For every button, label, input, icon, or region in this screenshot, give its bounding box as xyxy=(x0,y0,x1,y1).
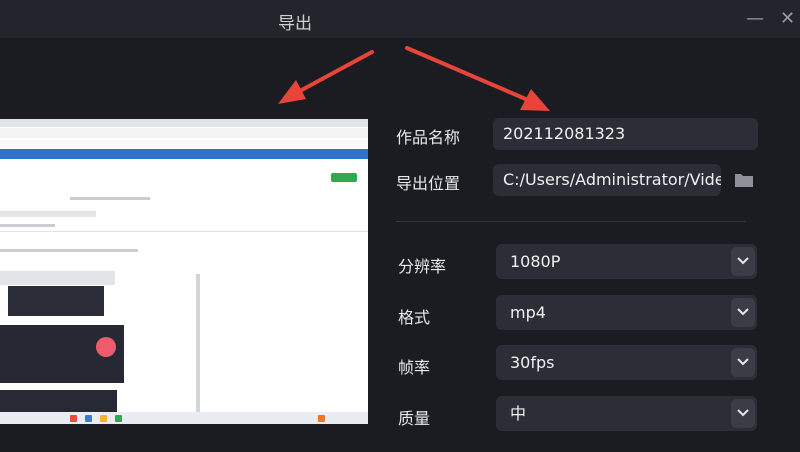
section-divider xyxy=(396,221,746,222)
format-label: 格式 xyxy=(398,308,431,327)
folder-icon[interactable] xyxy=(734,172,754,188)
location-label: 导出位置 xyxy=(396,174,461,193)
chevron-down-icon[interactable] xyxy=(731,399,755,428)
quality-value: 中 xyxy=(510,404,527,423)
location-input[interactable]: C:/Users/Administrator/Vide xyxy=(493,164,721,196)
format-select[interactable]: mp4 xyxy=(496,295,757,330)
annotation-arrows xyxy=(278,46,550,111)
arrow-left-icon xyxy=(278,50,374,104)
name-input[interactable]: 202112081323 xyxy=(493,118,758,150)
quality-label: 质量 xyxy=(398,409,431,428)
chevron-down-icon[interactable] xyxy=(731,348,755,377)
framerate-label: 帧率 xyxy=(398,358,431,377)
quality-select[interactable]: 中 xyxy=(496,396,757,431)
arrow-right-icon xyxy=(405,46,550,111)
resolution-select[interactable]: 1080P xyxy=(496,244,757,279)
resolution-value: 1080P xyxy=(510,252,561,271)
framerate-select[interactable]: 30fps xyxy=(496,345,757,380)
chevron-down-icon[interactable] xyxy=(731,247,755,276)
resolution-label: 分辨率 xyxy=(398,257,447,276)
framerate-value: 30fps xyxy=(510,353,555,372)
format-value: mp4 xyxy=(510,303,546,322)
name-label: 作品名称 xyxy=(396,128,461,147)
chevron-down-icon[interactable] xyxy=(731,298,755,327)
